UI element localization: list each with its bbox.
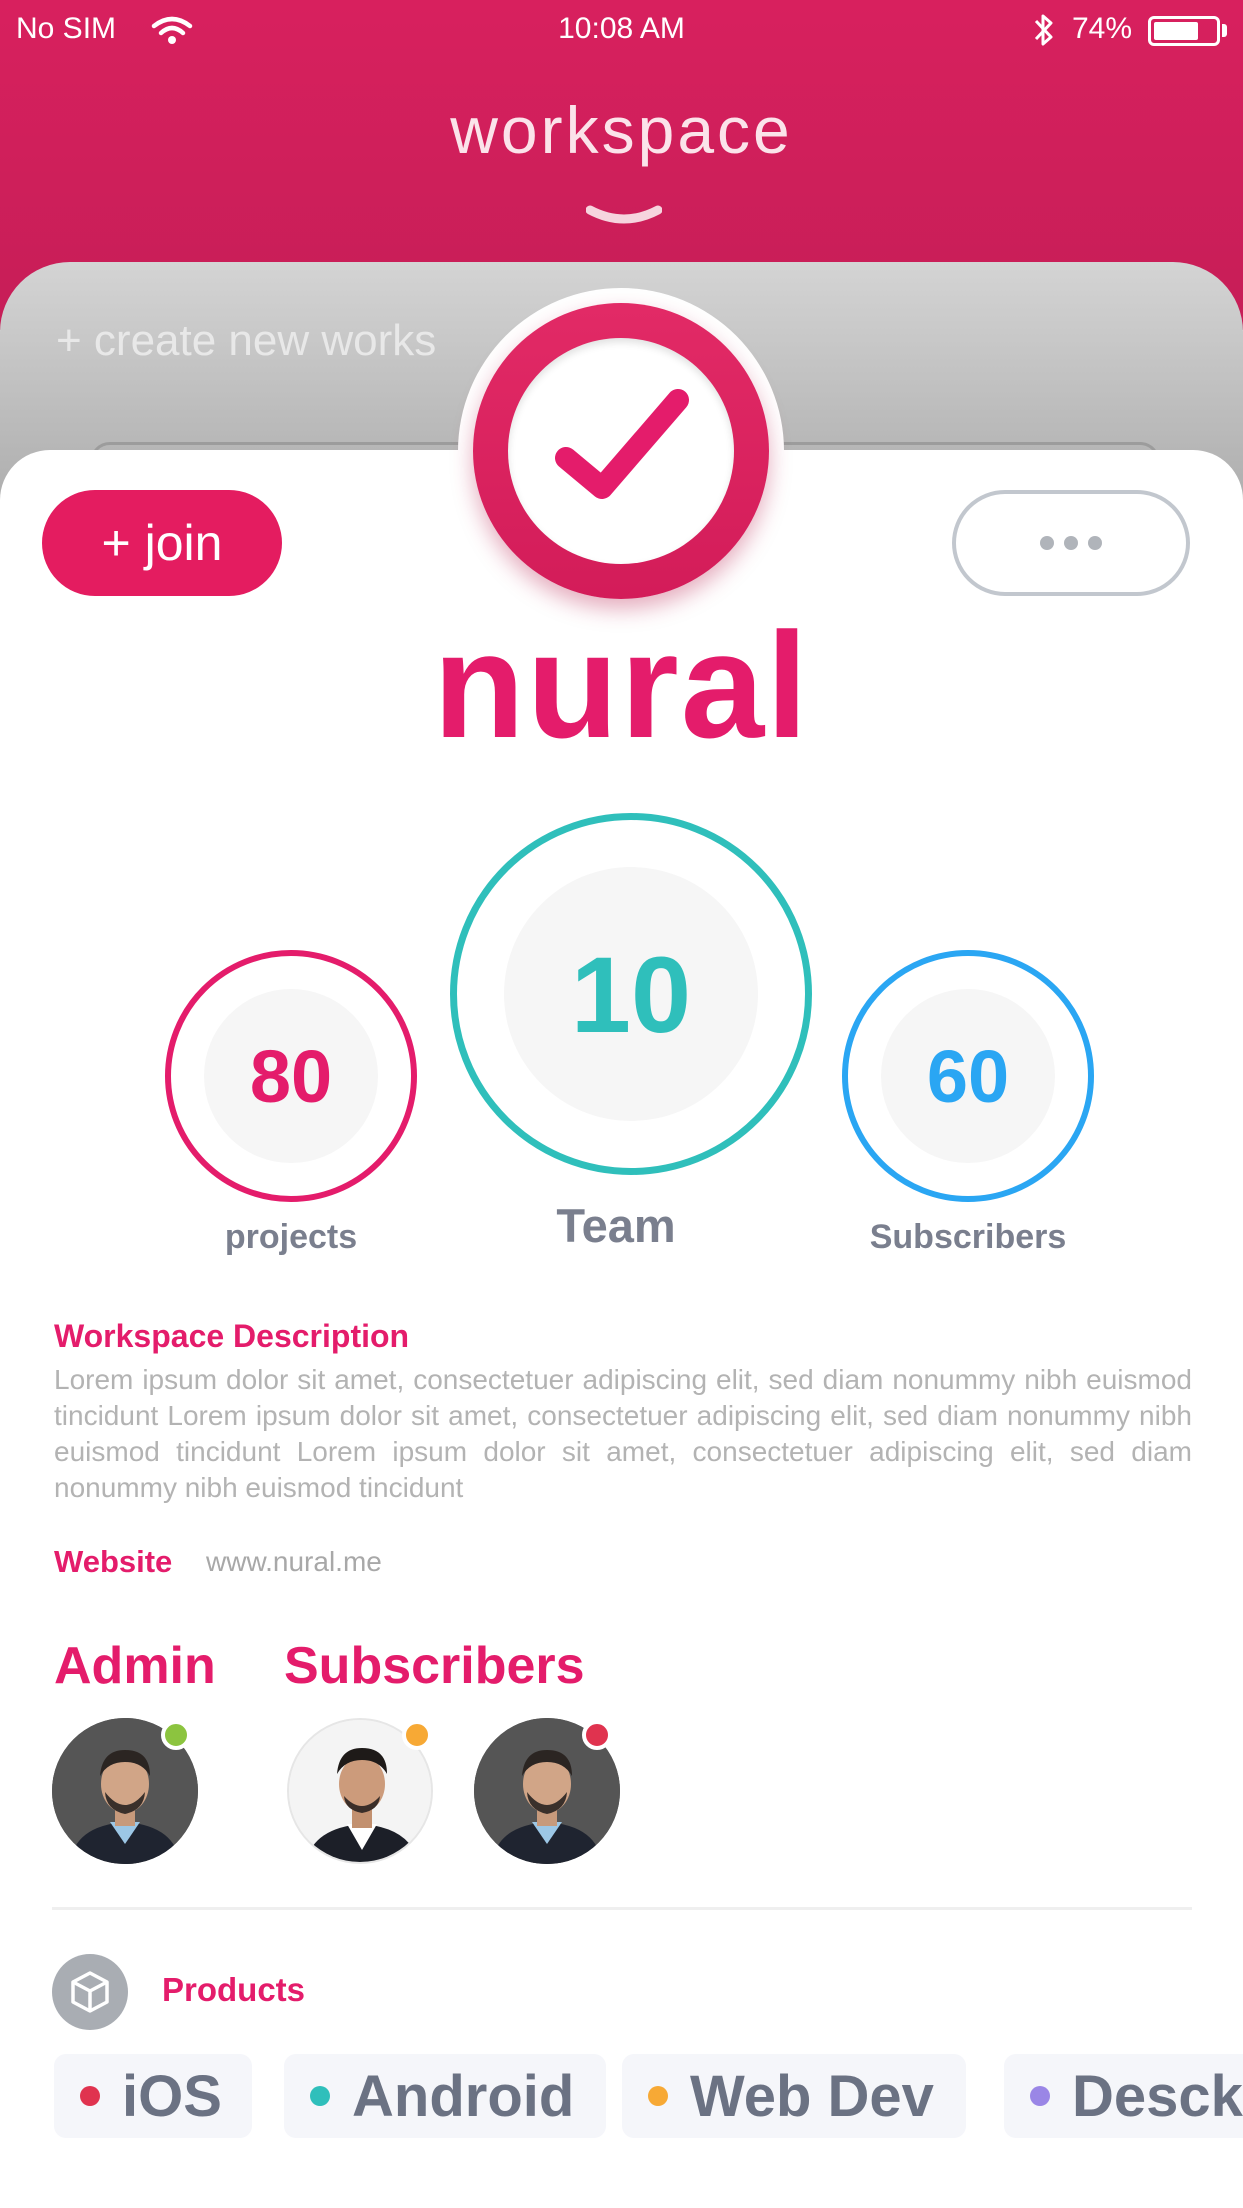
page-title: workspace: [450, 93, 793, 167]
tag-label: iOS: [122, 2063, 222, 2129]
tag-dot: [648, 2086, 668, 2106]
battery-level: [1154, 22, 1198, 40]
projects-label: projects: [224, 1218, 358, 1256]
more-dot: [1064, 536, 1078, 550]
more-dot: [1040, 536, 1054, 550]
status-bar: No SIM 10:08 AM 74%: [0, 0, 1243, 62]
tag-label: Desck: [1072, 2063, 1243, 2129]
divider: [52, 1907, 1192, 1910]
workspace-name: nural: [433, 601, 810, 769]
team-label: Team: [556, 1199, 676, 1252]
battery-percent: 74%: [1072, 12, 1133, 45]
battery-icon: [1148, 16, 1220, 46]
busy-status-dot: [582, 1720, 612, 1750]
tag-dot: [80, 2086, 100, 2106]
subscribers-count: 60: [881, 989, 1055, 1163]
bluetooth-icon: [1034, 14, 1053, 46]
products-title: Products: [162, 1971, 306, 2008]
product-tag-android[interactable]: Android: [284, 2054, 606, 2138]
tag-label: Android: [352, 2063, 575, 2129]
more-dot: [1088, 536, 1102, 550]
create-workspace-link[interactable]: + create new works: [56, 316, 436, 366]
chevron-down-icon[interactable]: [586, 204, 662, 228]
clock: 10:08 AM: [558, 12, 685, 45]
website-label: Website: [54, 1544, 173, 1579]
tag-dot: [1030, 2086, 1050, 2106]
online-status-dot: [161, 1720, 191, 1750]
description-text: Lorem ipsum dolor sit amet, consectetuer…: [54, 1364, 1192, 1503]
product-tag-desktop[interactable]: Desck: [1004, 2054, 1243, 2138]
away-status-dot: [402, 1720, 432, 1750]
box-icon: [52, 1954, 128, 2030]
product-tag-ios[interactable]: iOS: [54, 2054, 252, 2138]
checkmark-icon: [555, 389, 689, 499]
subscribers-label: Subscribers: [869, 1218, 1067, 1256]
tag-label: Web Dev: [690, 2063, 934, 2129]
description-title: Workspace Description: [54, 1318, 410, 1354]
projects-count: 80: [204, 989, 378, 1163]
product-tag-web-dev[interactable]: Web Dev: [622, 2054, 966, 2138]
battery-tip: [1222, 24, 1227, 37]
tag-dot: [310, 2086, 330, 2106]
more-options-button[interactable]: [952, 490, 1190, 596]
join-button[interactable]: + join: [42, 490, 282, 596]
admin-title: Admin: [54, 1637, 216, 1695]
team-count: 10: [504, 867, 758, 1121]
website-link[interactable]: www.nural.me: [206, 1546, 382, 1578]
subscribers-title: Subscribers: [284, 1637, 585, 1695]
